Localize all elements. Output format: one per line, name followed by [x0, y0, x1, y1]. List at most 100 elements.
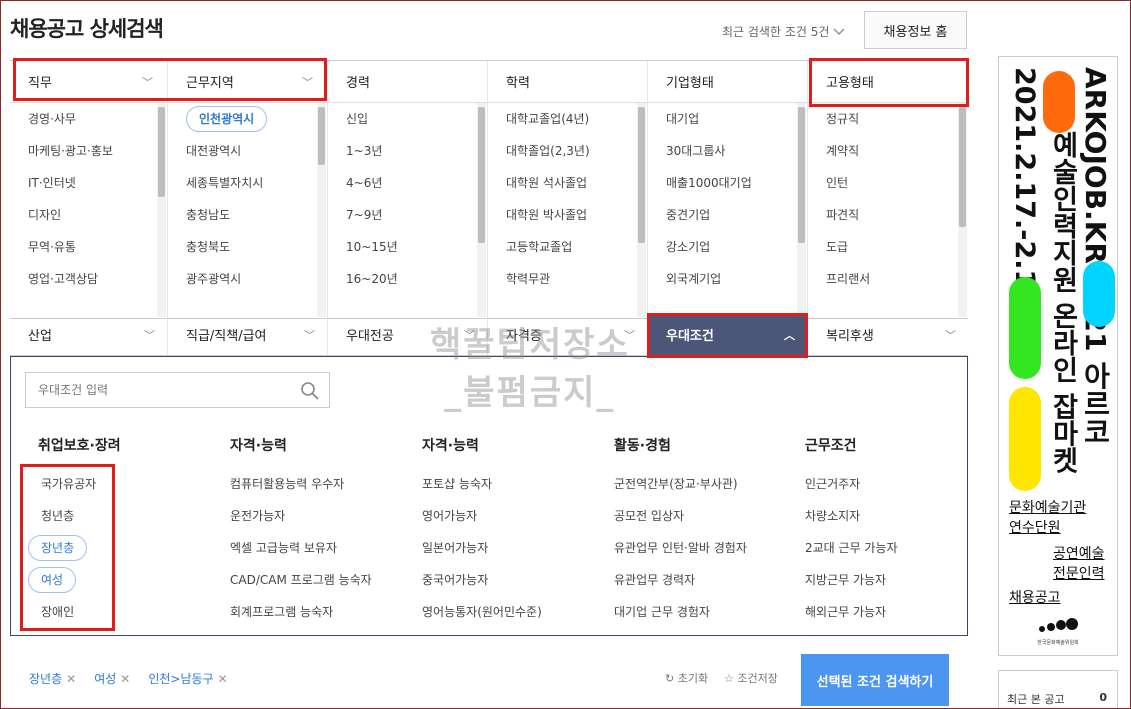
- scrollbar[interactable]: [797, 103, 806, 317]
- scrollbar[interactable]: [477, 103, 486, 317]
- list-item[interactable]: 광주광역시: [168, 263, 327, 295]
- list-item[interactable]: 세종특별자치시: [168, 167, 327, 199]
- option-item[interactable]: 해외근무 가능자: [805, 596, 898, 628]
- list-item[interactable]: 대기업: [648, 103, 807, 135]
- condition-search-input[interactable]: [38, 383, 288, 397]
- option-list: 경영·사무 마케팅·광고·홍보 IT·인터넷 디자인 무역·유통 영업·고객상담: [10, 103, 167, 317]
- list-item[interactable]: 30대그룹사: [648, 135, 807, 167]
- tab-preferred-conditions[interactable]: 우대조건 ︿: [648, 314, 808, 355]
- tab-position-salary[interactable]: 직급/직책/급여 ﹀: [168, 314, 328, 355]
- list-item[interactable]: 대학원 석사졸업: [488, 167, 647, 199]
- list-item[interactable]: 중견기업: [648, 199, 807, 231]
- option-item[interactable]: 청년층: [41, 500, 121, 532]
- list-item[interactable]: 무역·유통: [10, 231, 167, 263]
- search-icon[interactable]: [300, 381, 320, 401]
- ad-vertical-text: ARKOJOB.KR 2021 아르코 예술인력지원 온라인 잡마켓 2021.…: [1001, 61, 1115, 495]
- list-item[interactable]: 외국계기업: [648, 263, 807, 295]
- tab-certificate[interactable]: 자격증 ﹀: [488, 314, 648, 355]
- list-item[interactable]: 충청남도: [168, 199, 327, 231]
- list-item[interactable]: 정규직: [808, 103, 968, 135]
- column-header-job[interactable]: 직무 ﹀: [10, 61, 167, 103]
- option-item[interactable]: 장애인: [41, 596, 121, 628]
- job-home-button[interactable]: 채용정보 홈: [864, 11, 967, 49]
- list-item[interactable]: 매출1000대기업: [648, 167, 807, 199]
- option-item[interactable]: 유관업무 인턴·알바 경험자: [614, 532, 747, 564]
- option-item[interactable]: 영어가능자: [422, 500, 542, 532]
- search-selected-button[interactable]: 선택된 조건 검색하기: [801, 654, 949, 706]
- list-item[interactable]: 학력무관: [488, 263, 647, 295]
- ad-banner[interactable]: ARKOJOB.KR 2021 아르코 예술인력지원 온라인 잡마켓 2021.…: [998, 56, 1118, 656]
- option-item-selected[interactable]: 여성: [28, 564, 121, 596]
- list-item[interactable]: 7~9년: [328, 199, 487, 231]
- option-item[interactable]: 중국어가능자: [422, 564, 542, 596]
- recent-viewed-box[interactable]: 최근 본 공고 0: [998, 670, 1118, 709]
- column-header-education[interactable]: 학력: [488, 61, 647, 103]
- list-item[interactable]: 고등학교졸업: [488, 231, 647, 263]
- list-item[interactable]: 인턴: [808, 167, 968, 199]
- list-item[interactable]: 파견직: [808, 199, 968, 231]
- recent-conditions-dropdown[interactable]: 최근 검색한 조건 5건: [722, 23, 845, 40]
- scrollbar[interactable]: [958, 103, 967, 317]
- list-item[interactable]: IT·인터넷: [10, 167, 167, 199]
- list-item[interactable]: 도급: [808, 231, 968, 263]
- tab-welfare[interactable]: 복리후생 ﹀: [808, 314, 968, 355]
- list-item[interactable]: 대학원 박사졸업: [488, 199, 647, 231]
- recent-viewed-count: 0: [1099, 691, 1107, 704]
- list-item[interactable]: 충청북도: [168, 231, 327, 263]
- option-item[interactable]: 운전가능자: [230, 500, 372, 532]
- list-item[interactable]: 대학졸업(2,3년): [488, 135, 647, 167]
- option-item[interactable]: 차량소지자: [805, 500, 898, 532]
- list-item[interactable]: 16~20년: [328, 263, 487, 295]
- option-item[interactable]: 대기업 근무 경험자: [614, 596, 747, 628]
- option-item[interactable]: 유관업무 경력자: [614, 564, 747, 596]
- close-icon[interactable]: ✕: [120, 672, 130, 686]
- list-item[interactable]: 경영·사무: [10, 103, 167, 135]
- option-item[interactable]: 컴퓨터활용능력 우수자: [230, 468, 372, 500]
- option-item[interactable]: 국가유공자: [41, 468, 121, 500]
- option-item-selected[interactable]: 장년층: [28, 532, 121, 564]
- ad-text: 전문인력: [1053, 566, 1105, 582]
- close-icon[interactable]: ✕: [218, 672, 228, 686]
- list-item[interactable]: 1~3년: [328, 135, 487, 167]
- selected-chip[interactable]: 인천>남동구 ✕: [148, 670, 227, 687]
- list-item[interactable]: 신입: [328, 103, 487, 135]
- scrollbar[interactable]: [157, 103, 166, 317]
- option-item[interactable]: 인근거주자: [805, 468, 898, 500]
- list-item[interactable]: 10~15년: [328, 231, 487, 263]
- column-header-company-type[interactable]: 기업형태: [648, 61, 807, 103]
- list-item[interactable]: 계약직: [808, 135, 968, 167]
- column-header-employment-type[interactable]: 고용형태: [808, 61, 968, 103]
- option-item[interactable]: 군전역간부(장교·부사관): [614, 468, 747, 500]
- save-condition-button[interactable]: ☆ 조건저장: [724, 670, 778, 686]
- column-header-career[interactable]: 경력: [328, 61, 487, 103]
- option-item[interactable]: 일본어가능자: [422, 532, 542, 564]
- list-item-selected[interactable]: 인천광역시: [168, 103, 327, 135]
- close-icon[interactable]: ✕: [66, 672, 76, 686]
- condition-search-box[interactable]: [25, 372, 330, 408]
- option-item[interactable]: 엑셀 고급능력 보유자: [230, 532, 372, 564]
- group-title: 취업보호·장려: [38, 438, 121, 454]
- column-header-region[interactable]: 근무지역 ﹀: [168, 61, 327, 103]
- option-item[interactable]: 지방근무 가능자: [805, 564, 898, 596]
- option-item[interactable]: 2교대 근무 가능자: [805, 532, 898, 564]
- list-item[interactable]: 영업·고객상담: [10, 263, 167, 295]
- list-item[interactable]: 대학교졸업(4년): [488, 103, 647, 135]
- list-item[interactable]: 디자인: [10, 199, 167, 231]
- list-item[interactable]: 강소기업: [648, 231, 807, 263]
- list-item[interactable]: 4~6년: [328, 167, 487, 199]
- scrollbar[interactable]: [317, 103, 326, 317]
- option-item[interactable]: 공모전 입상자: [614, 500, 747, 532]
- option-item[interactable]: 영어능통자(원어민수준): [422, 596, 542, 628]
- selected-chip[interactable]: 여성 ✕: [94, 670, 130, 687]
- reset-button[interactable]: ↻ 초기화: [665, 670, 708, 686]
- list-item[interactable]: 대전광역시: [168, 135, 327, 167]
- list-item[interactable]: 프리랜서: [808, 263, 968, 295]
- option-item[interactable]: 포토샵 능숙자: [422, 468, 542, 500]
- option-item[interactable]: CAD/CAM 프로그램 능숙자: [230, 564, 372, 596]
- selected-chip[interactable]: 장년층 ✕: [29, 670, 76, 687]
- tab-industry[interactable]: 산업 ﹀: [10, 314, 168, 355]
- list-item[interactable]: 마케팅·광고·홍보: [10, 135, 167, 167]
- scrollbar[interactable]: [637, 103, 646, 317]
- option-item[interactable]: 회계프로그램 능숙자: [230, 596, 372, 628]
- tab-preferred-major[interactable]: 우대전공 ﹀: [328, 314, 488, 355]
